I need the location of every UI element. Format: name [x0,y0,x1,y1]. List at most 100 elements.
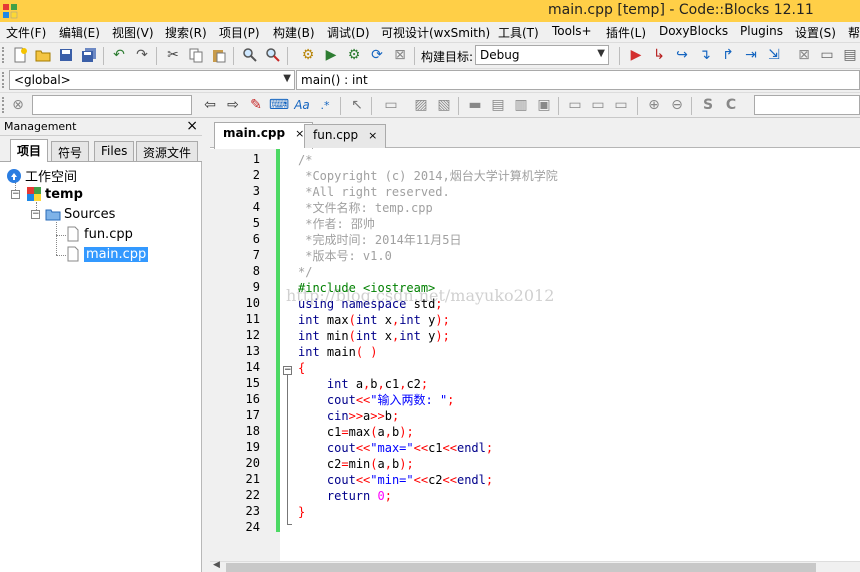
build-target-select[interactable]: Debug ▼ [475,45,609,65]
next-line-icon[interactable]: ↪ [673,46,691,64]
code-line[interactable]: *版本号: v1.0 [298,248,392,264]
toolbar-grip[interactable] [2,47,6,63]
toolbar-grip[interactable] [2,97,6,113]
menu-tools-plus[interactable]: Tools+ [552,24,592,38]
copy-icon[interactable] [187,46,205,64]
code-line[interactable]: *完成时间: 2014年11月5日 [298,232,461,248]
codeblocks-app-icon[interactable] [2,3,18,19]
close-tab-icon[interactable]: × [368,129,377,142]
close-icon[interactable]: × [186,118,198,134]
cut-icon[interactable]: ✂ [164,46,182,64]
fill-icon[interactable]: ▣ [535,96,553,114]
align-top-icon[interactable]: ▬ [466,96,484,114]
tab-main-cpp[interactable]: main.cpp × [214,122,314,149]
build-gear-icon[interactable]: ⚙ [299,46,317,64]
save-all-icon[interactable] [80,46,98,64]
find-previous-icon[interactable]: ⇦ [201,96,219,114]
code-line[interactable]: int max(int x,int y); [298,312,450,328]
debug-windows-icon[interactable]: ▭ [818,46,836,64]
code-line[interactable]: } [298,504,305,520]
collapse-icon[interactable]: − [31,210,40,219]
splitter[interactable] [203,118,210,572]
stop-debug-icon[interactable]: ⊠ [795,46,813,64]
text-icon[interactable]: ▧ [435,96,453,114]
undo-icon[interactable]: ↶ [110,46,128,64]
menu-edit[interactable]: 编辑(E) [59,24,100,41]
zoom-out-icon[interactable]: ⊖ [668,96,686,114]
redo-icon[interactable]: ↷ [133,46,151,64]
code-line[interactable]: c1=max(a,b); [298,424,414,440]
menu-doxyblocks[interactable]: DoxyBlocks [659,24,728,38]
scrollbar-thumb[interactable] [226,563,816,572]
code-line[interactable]: int a,b,c1,c2; [298,376,428,392]
abort-icon[interactable]: ⊠ [391,46,409,64]
code-line[interactable]: cout<<"输入两数: "; [298,392,455,408]
image-icon[interactable]: ▨ [412,96,430,114]
find-icon[interactable] [241,46,259,64]
clear-icon[interactable]: C [722,96,740,114]
menu-plugins-cn[interactable]: 插件(L) [606,24,646,41]
step-into-icon[interactable]: ↴ [696,46,714,64]
align-bottom-icon[interactable]: ▥ [512,96,530,114]
code-area[interactable]: /* *Copyright (c) 2014,烟台大学计算机学院 *All ri… [296,149,860,561]
menu-project[interactable]: 项目(P) [219,24,260,41]
paste-icon[interactable] [210,46,228,64]
align-middle-icon[interactable]: ▤ [489,96,507,114]
debug-info-icon[interactable]: ▤ [841,46,859,64]
tree-workspace[interactable]: 工作空间 [6,166,77,185]
menu-view[interactable]: 视图(V) [112,24,154,41]
debug-start-icon[interactable]: ▶ [627,46,645,64]
tree-file-fun-cpp[interactable]: fun.cpp [65,226,133,242]
code-line[interactable]: *文件名称: temp.cpp [298,200,432,216]
scroll-left-icon[interactable]: ◀ [213,560,220,570]
menu-tools[interactable]: 工具(T) [498,24,539,41]
tree-file-main-cpp[interactable]: main.cpp [65,246,149,262]
menu-file[interactable]: 文件(F) [6,24,46,41]
regex-icon[interactable]: .* [316,96,334,114]
tree-folder-sources[interactable]: Sources [45,206,115,222]
zoom-in-icon[interactable]: ⊕ [645,96,663,114]
pointer-icon[interactable]: ↖ [348,96,366,114]
horizontal-scrollbar[interactable]: ◀ [210,560,860,572]
close-tab-icon[interactable]: × [295,127,304,140]
code-line[interactable]: c2=min(a,b); [298,456,414,472]
save-icon[interactable] [57,46,75,64]
box-icon[interactable]: ▭ [382,96,400,114]
shape-right-icon[interactable]: ▭ [612,96,630,114]
replace-icon[interactable] [264,46,282,64]
build-and-run-icon[interactable]: ⚙ [345,46,363,64]
menu-debug[interactable]: 调试(D) [327,24,370,41]
shape-center-icon[interactable]: ▭ [589,96,607,114]
menu-wxsmith[interactable]: 可视设计(wxSmith) [381,24,490,41]
menu-help[interactable]: 帮 [848,24,860,41]
run-icon[interactable]: ▶ [322,46,340,64]
tree-project-temp[interactable]: temp [26,186,83,202]
toolbar-grip[interactable] [2,72,6,88]
function-select[interactable]: main() : int [296,70,860,90]
menu-plugins[interactable]: Plugins [740,24,783,38]
rebuild-icon[interactable]: ⟳ [368,46,386,64]
code-line[interactable]: return 0; [298,488,392,504]
code-line[interactable]: *All right reserved. [298,184,450,200]
scope-select[interactable]: <global> ▼ [9,70,295,90]
code-line[interactable]: cout<<"max="<<c1<<endl; [298,440,493,456]
match-case-icon[interactable]: ⌨ [269,96,289,114]
tab-symbols[interactable]: 符号 [51,141,90,161]
code-line[interactable]: */ [298,264,312,280]
stop-icon[interactable]: S [699,96,717,114]
run-to-cursor-icon[interactable]: ↳ [650,46,668,64]
tab-projects[interactable]: 项目 [10,139,49,162]
shape-left-icon[interactable]: ▭ [566,96,584,114]
code-line[interactable]: cout<<"min="<<c2<<endl; [298,472,493,488]
code-line[interactable]: { [298,360,305,376]
code-line[interactable]: *Copyright (c) 2014,烟台大学计算机学院 [298,168,558,184]
clear-search-icon[interactable]: ⊗ [9,96,27,114]
menu-build[interactable]: 构建(B) [273,24,315,41]
code-line[interactable]: cin>>a>>b; [298,408,399,424]
next-instruction-icon[interactable]: ⇥ [742,46,760,64]
find-next-icon[interactable]: ⇨ [224,96,242,114]
search-input[interactable] [32,95,192,115]
new-file-icon[interactable] [11,46,29,64]
code-line[interactable]: /* [298,152,312,168]
code-line[interactable]: int min(int x,int y); [298,328,450,344]
